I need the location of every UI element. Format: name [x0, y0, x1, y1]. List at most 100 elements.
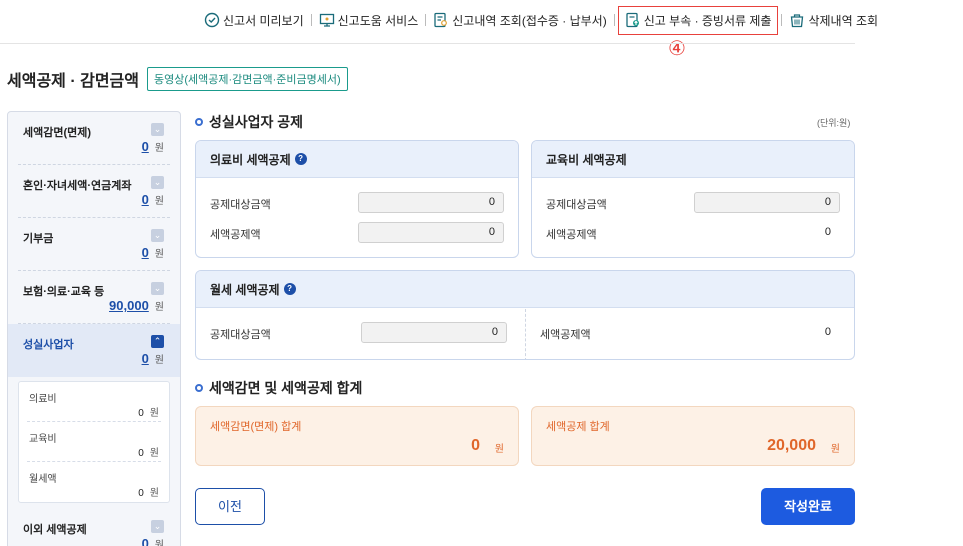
amount-unit: 원 — [154, 355, 164, 366]
amount-value[interactable]: 0 — [142, 245, 149, 260]
credit-amount-field[interactable]: 0 — [358, 222, 504, 243]
unit-note: (단위:원) — [817, 118, 851, 128]
amount-unit: 원 — [149, 408, 159, 419]
amount-value: 0 — [138, 488, 144, 499]
field-label: 세액공제액 — [546, 229, 597, 241]
field-label: 공제대상금액 — [546, 199, 607, 211]
sum-value: 20,000 — [767, 437, 816, 454]
field-label: 공제대상금액 — [210, 329, 271, 341]
sidebar-item-amount: 0원 — [142, 536, 164, 546]
sidebar-item-marriage-child-pension[interactable]: 혼인·자녀세액·연금계좌 ⌄ 0원 — [18, 165, 170, 218]
sidebar-item-amount: 0원 — [142, 139, 164, 154]
amount-unit: 원 — [149, 488, 159, 499]
sidebar-item-label: 혼인·자녀세액·연금계좌 — [23, 180, 132, 192]
amount-value[interactable]: 0 — [142, 536, 149, 546]
card-divider — [525, 309, 526, 359]
amount-unit: 원 — [154, 143, 164, 154]
nav-label: 삭제내역 조회 — [808, 13, 879, 28]
amount-unit: 원 — [149, 448, 159, 459]
deductible-amount-field[interactable]: 0 — [694, 192, 840, 213]
sub-item-amount: 0원 — [138, 404, 159, 419]
amount-unit: 원 — [154, 302, 164, 313]
prev-button[interactable]: 이전 — [195, 488, 265, 525]
chevron-down-icon[interactable]: ⌄ — [151, 229, 164, 242]
sidebar-item-amount: 0원 — [142, 192, 164, 207]
sidebar-item-label: 보험·의료·교육 등 — [23, 286, 105, 298]
sidebar-item-sincere-business[interactable]: 성실사업자 ⌃ 0원 — [8, 324, 180, 377]
amount-value[interactable]: 0 — [142, 192, 149, 207]
monitor-help-icon — [319, 12, 335, 28]
nav-attachment-submit[interactable]: 신고 부속 · 증빙서류 제출 — [617, 5, 779, 35]
document-search-icon — [433, 12, 449, 28]
nav-label: 신고도움 서비스 — [337, 13, 419, 28]
page-title-row: 세액공제 · 감면금액 동영상(세액공제·감면금액·준비금명세서) — [7, 67, 348, 91]
sub-item-label: 월세액 — [29, 474, 57, 485]
sum-label: 세액공제 합계 — [546, 421, 610, 433]
amount-unit: 원 — [154, 540, 164, 546]
card-header: 의료비 세액공제 ? — [196, 141, 518, 178]
sidebar-item-other-credits[interactable]: 이외 세액공제 ⌄ 0원 — [18, 509, 170, 546]
chevron-down-icon[interactable]: ⌄ — [151, 520, 164, 533]
deductible-amount-field[interactable]: 0 — [361, 322, 507, 343]
sidebar-sub-item-rent[interactable]: 월세액 0원 — [27, 462, 161, 502]
complete-button[interactable]: 작성완료 — [761, 488, 855, 525]
step-marker: ④ — [668, 36, 686, 60]
nav-deleted-lookup[interactable]: 삭제내역 조회 — [789, 12, 878, 29]
amount-value[interactable]: 0 — [142, 351, 149, 366]
header-divider — [0, 43, 855, 44]
nav-help-service[interactable]: 신고도움 서비스 — [319, 12, 419, 29]
sidebar-item-amount: 0원 — [142, 245, 164, 260]
section-title-text: 성실사업자 공제 — [209, 114, 304, 130]
magnifier-check-icon — [204, 12, 220, 28]
chevron-down-icon[interactable]: ⌄ — [151, 123, 164, 136]
education-credit-card: 교육비 세액공제 공제대상금액 0 세액공제액 0 — [531, 140, 855, 258]
nav-label: 신고내역 조회(접수증 · 납부서) — [452, 13, 607, 28]
card-header: 교육비 세액공제 — [532, 141, 854, 178]
sidebar-item-label: 성실사업자 — [23, 339, 74, 351]
credit-amount-value: 0 — [824, 226, 831, 238]
video-guide-button[interactable]: 동영상(세액공제·감면금액·준비금명세서) — [146, 67, 348, 91]
help-icon[interactable]: ? — [294, 153, 307, 165]
sum-credit-card: 세액공제 합계 20,000 원 — [531, 406, 855, 466]
sidebar-sub-item-education[interactable]: 교육비 0원 — [27, 422, 161, 462]
sidebar-item-insurance-medical-education[interactable]: 보험·의료·교육 등 ⌄ 90,000 원 — [18, 271, 170, 324]
page-title: 세액공제 · 감면금액 — [7, 73, 139, 90]
chevron-down-icon[interactable]: ⌄ — [151, 176, 164, 189]
sidebar-item-tax-reduction[interactable]: 세액감면(면제) ⌄ 0원 — [18, 112, 170, 165]
sidebar-sub-list: 의료비 0원 교육비 0원 월세액 0원 — [18, 381, 170, 503]
sidebar-item-amount: 90,000 원 — [109, 298, 164, 313]
amount-value[interactable]: 0 — [142, 139, 149, 154]
nav-divider — [310, 14, 312, 26]
nav-preview-return[interactable]: 신고서 미리보기 — [204, 12, 304, 29]
sum-unit: 원 — [494, 444, 504, 455]
sum-reduction-card: 세액감면(면제) 합계 0 원 — [195, 406, 519, 466]
chevron-down-icon[interactable]: ⌄ — [151, 282, 164, 295]
sidebar-item-label: 이외 세액공제 — [23, 524, 87, 536]
sidebar-sub-item-medical[interactable]: 의료비 0원 — [27, 382, 161, 422]
sub-item-amount: 0원 — [138, 444, 159, 459]
section-bullet-icon — [195, 118, 203, 126]
field-label: 공제대상금액 — [210, 199, 271, 211]
deductible-amount-field[interactable]: 0 — [358, 192, 504, 213]
sidebar-item-donation[interactable]: 기부금 ⌄ 0원 — [18, 218, 170, 271]
amount-unit: 원 — [154, 249, 164, 260]
amount-value[interactable]: 90,000 — [109, 298, 149, 313]
nav-divider — [425, 14, 427, 26]
field-label: 세액공제액 — [210, 229, 261, 241]
top-navigation: 신고서 미리보기 신고도움 서비스 신고내역 조회(접수증 · 납부서) 신고 … — [204, 5, 963, 35]
amount-value: 0 — [138, 448, 144, 459]
sidebar: 세액감면(면제) ⌄ 0원 혼인·자녀세액·연금계좌 ⌄ 0원 기부금 ⌄ 0원… — [7, 111, 181, 546]
trash-basket-icon — [789, 12, 805, 28]
section-bullet-icon — [195, 384, 203, 392]
sidebar-item-label: 기부금 — [23, 233, 54, 245]
chevron-up-icon[interactable]: ⌃ — [151, 335, 164, 348]
section-title-text: 세액감면 및 세액공제 합계 — [209, 380, 363, 396]
nav-history-lookup[interactable]: 신고내역 조회(접수증 · 납부서) — [433, 12, 607, 29]
sum-unit: 원 — [830, 444, 840, 455]
sub-item-amount: 0원 — [138, 484, 159, 499]
sum-value: 0 — [471, 437, 480, 454]
sub-item-label: 교육비 — [29, 434, 57, 445]
help-icon[interactable]: ? — [283, 283, 296, 295]
card-title: 교육비 세액공제 — [546, 152, 627, 167]
nav-label: 신고서 미리보기 — [223, 13, 304, 28]
